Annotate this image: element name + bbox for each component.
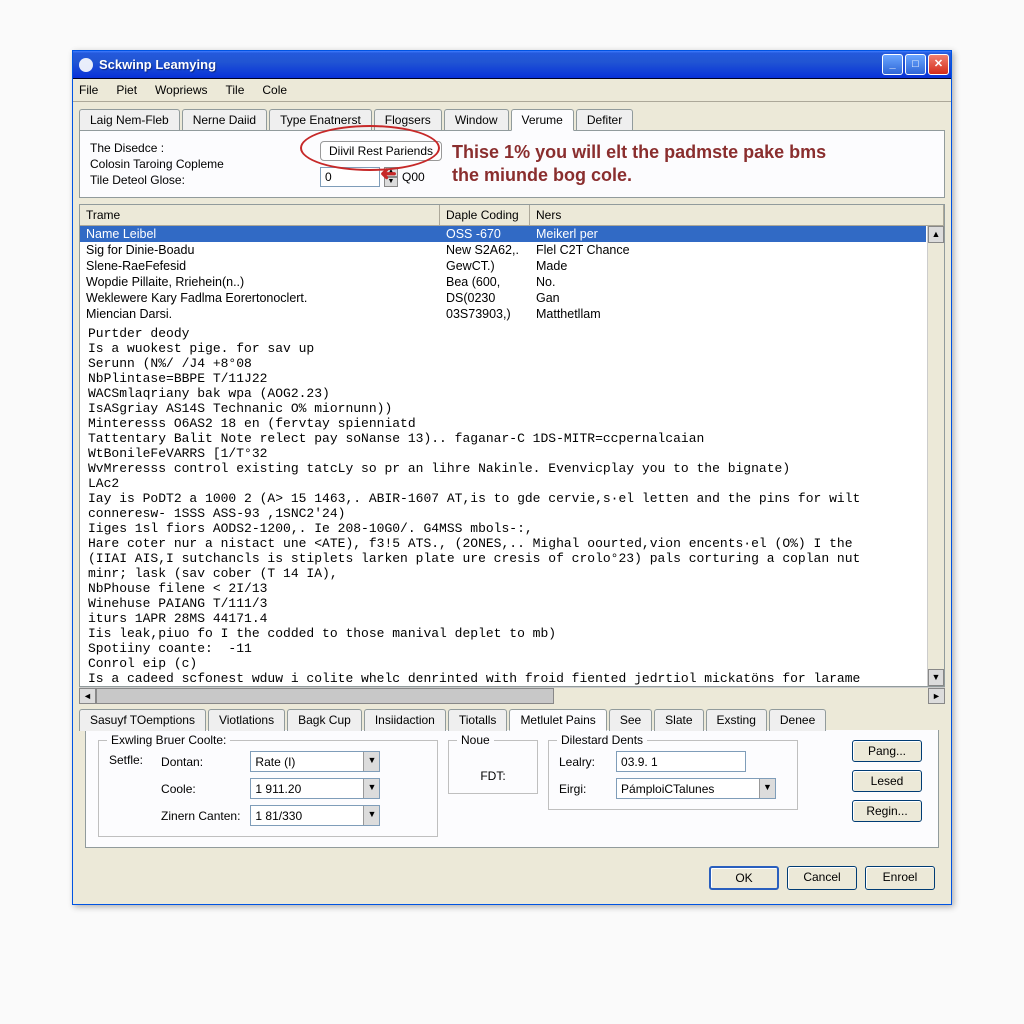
group-noue: Noue FDT: [448, 740, 538, 794]
tab-window[interactable]: Window [444, 109, 509, 131]
btab-1[interactable]: Viotlations [208, 709, 285, 731]
group1-title: Exwling Bruer Coolte: [107, 733, 230, 747]
window-title: Sckwinp Leamying [99, 57, 882, 72]
enroel-button[interactable]: Enroel [865, 866, 935, 890]
table: Trame Daple Coding Ners Name LeibelOSS -… [79, 204, 945, 687]
label-disedce: The Disedce : [90, 141, 310, 155]
table-row[interactable]: Weklewere Kary Fadlma Eorertonoclert.DS(… [80, 290, 926, 306]
app-window: Sckwinp Leamying _ □ ✕ File Piet Wopriew… [72, 50, 952, 905]
chevron-down-icon: ▼ [363, 779, 379, 798]
table-row[interactable]: Name LeibelOSS -670Meikerl per [80, 226, 926, 242]
table-row[interactable]: Miencian Darsi.03S73903,)Matthetllam [80, 306, 926, 322]
menu-file[interactable]: File [77, 81, 100, 99]
input-lealry[interactable] [616, 751, 746, 772]
group-dilestard: Dilestard Dents Lealry: Eirgi: PámploiCT… [548, 740, 798, 810]
dialog-buttons: OK Cancel Enroel [73, 854, 951, 904]
tab-verume[interactable]: Verume [511, 109, 574, 131]
tab-laig[interactable]: Laig Nem-Fleb [79, 109, 180, 131]
cancel-button[interactable]: Cancel [787, 866, 857, 890]
spin-up[interactable]: ▲ [384, 167, 398, 177]
scroll-up-icon[interactable]: ▲ [928, 226, 944, 243]
btab-2[interactable]: Bagk Cup [287, 709, 362, 731]
spin-down[interactable]: ▼ [384, 177, 398, 187]
chevron-down-icon: ▼ [363, 806, 379, 825]
btab-8[interactable]: Exsting [706, 709, 767, 731]
info-labels: The Disedce : Colosin Taroing Copleme Ti… [90, 139, 310, 189]
th-daple[interactable]: Daple Coding [440, 205, 530, 225]
label-setfle: Setfle: [109, 751, 143, 826]
btab-4[interactable]: Tiotalls [448, 709, 508, 731]
label-deteol: Tile Deteol Glose: [90, 173, 310, 187]
table-row[interactable]: Slene-RaeFefesidGewCT.)Made [80, 258, 926, 274]
scroll-right-icon[interactable]: ► [928, 688, 945, 704]
scroll-down-icon[interactable]: ▼ [928, 669, 944, 686]
close-button[interactable]: ✕ [928, 54, 949, 75]
menu-wopriews[interactable]: Wopriews [153, 81, 209, 99]
table-row[interactable]: Sig for Dinie-BoaduNew S2A62,.Flel C2T C… [80, 242, 926, 258]
label-eirgi: Eirgi: [559, 782, 606, 796]
horizontal-scrollbar[interactable]: ◄ ► [79, 687, 945, 704]
combo-zinern[interactable]: 1 81/330▼ [250, 805, 380, 826]
spin-suffix: Q00 [402, 170, 425, 184]
tabs-top: Laig Nem-Fleb Nerne Daiid Type Enatnerst… [73, 102, 951, 130]
minimize-button[interactable]: _ [882, 54, 903, 75]
label-coole: Coole: [161, 782, 240, 796]
bottom-pane: Exwling Bruer Coolte: Setfle: Dontan: Ra… [85, 730, 939, 848]
table-header: Trame Daple Coding Ners [80, 205, 944, 226]
combo-eirgi[interactable]: PámploiCTalunes▼ [616, 778, 776, 799]
btab-3[interactable]: Insiidaction [364, 709, 446, 731]
menu-bar: File Piet Wopriews Tile Cole [73, 79, 951, 102]
combo-dontan[interactable]: Rate (I)▼ [250, 751, 380, 772]
label-dontan: Dontan: [161, 755, 240, 769]
button-pang[interactable]: Pang... [852, 740, 922, 762]
btab-7[interactable]: Slate [654, 709, 703, 731]
btab-9[interactable]: Denee [769, 709, 826, 731]
menu-tile[interactable]: Tile [224, 81, 247, 99]
scroll-left-icon[interactable]: ◄ [79, 688, 96, 704]
hscroll-thumb[interactable] [96, 688, 554, 704]
tab-flogsers[interactable]: Flogsers [374, 109, 442, 131]
btab-0[interactable]: Sasuyf TOemptions [79, 709, 206, 731]
label-fdt: FDT: [459, 751, 527, 783]
maximize-button[interactable]: □ [905, 54, 926, 75]
ok-button[interactable]: OK [709, 866, 779, 890]
combo-coole[interactable]: 1 911.20▼ [250, 778, 380, 799]
titlebar: Sckwinp Leamying _ □ ✕ [73, 51, 951, 79]
menu-piet[interactable]: Piet [114, 81, 139, 99]
tab-type[interactable]: Type Enatnerst [269, 109, 372, 131]
chevron-down-icon: ▼ [759, 779, 775, 798]
group2-title: Noue [457, 733, 494, 747]
label-colosin: Colosin Taroing Copleme [90, 157, 310, 171]
group-exwling: Exwling Bruer Coolte: Setfle: Dontan: Ra… [98, 740, 438, 837]
menu-cole[interactable]: Cole [260, 81, 289, 99]
group3-title: Dilestard Dents [557, 733, 647, 747]
tabs-bottom: Sasuyf TOemptions Viotlations Bagk Cup I… [79, 708, 945, 730]
param-label: Diivil Rest Pariends [320, 141, 442, 161]
app-icon [79, 58, 93, 72]
label-zinern: Zinern Canten: [161, 809, 240, 823]
btab-6[interactable]: See [609, 709, 652, 731]
top-pane: The Disedce : Colosin Taroing Copleme Ti… [79, 130, 945, 198]
table-row[interactable]: Wopdie Pillaite, Rriehein(n..)Bea (600,N… [80, 274, 926, 290]
th-trame[interactable]: Trame [80, 205, 440, 225]
annotation-text: Thise 1% you will elt the padmste pake b… [452, 141, 832, 188]
label-lealry: Lealry: [559, 755, 606, 769]
btab-5[interactable]: Metlulet Pains [509, 709, 606, 731]
chevron-down-icon: ▼ [363, 752, 379, 771]
vertical-scrollbar[interactable]: ▲ ▼ [927, 226, 944, 686]
button-regin[interactable]: Regin... [852, 800, 922, 822]
tab-defiter[interactable]: Defiter [576, 109, 633, 131]
spin-input[interactable] [320, 167, 380, 187]
tab-nerne[interactable]: Nerne Daiid [182, 109, 267, 131]
detail-text: Purtder deody Is a wuokest pige. for sav… [80, 322, 926, 686]
button-lesed[interactable]: Lesed [852, 770, 922, 792]
th-ners[interactable]: Ners [530, 205, 944, 225]
